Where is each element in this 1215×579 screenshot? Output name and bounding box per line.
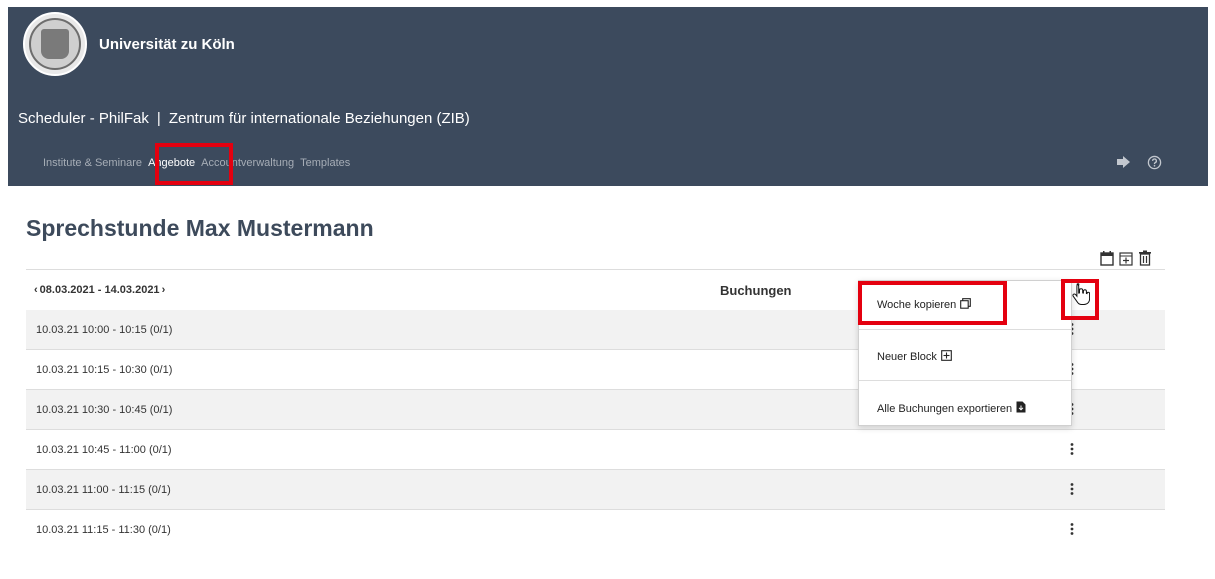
header-actions bbox=[1116, 154, 1162, 170]
hand-pointer-cursor-icon bbox=[1072, 283, 1091, 310]
app-subtitle: Scheduler - PhilFak | Zentrum für internat… bbox=[18, 110, 470, 127]
brand[interactable]: Universität zu Köln bbox=[23, 12, 235, 76]
prev-week-arrow[interactable]: ‹ bbox=[34, 284, 38, 296]
menu-divider bbox=[859, 329, 1071, 330]
logout-icon[interactable] bbox=[1116, 154, 1132, 170]
timeslot-label: 10.03.21 11:00 - 11:15 (0/1) bbox=[36, 483, 171, 496]
timeslot-label: 10.03.21 10:15 - 10:30 (0/1) bbox=[36, 363, 173, 376]
org-name: Zentrum für internationale Beziehungen (… bbox=[168, 110, 470, 127]
next-week-arrow[interactable]: › bbox=[162, 284, 166, 296]
nav-item-templates[interactable]: Templates bbox=[300, 157, 350, 169]
highlight-angebote bbox=[155, 143, 233, 185]
nav-item-institute[interactable]: Institute & Seminare bbox=[43, 157, 142, 169]
subtitle-separator: | bbox=[156, 110, 161, 127]
file-export-icon bbox=[1016, 401, 1026, 416]
week-range: 08.03.2021 - 14.03.2021 bbox=[39, 284, 160, 296]
timeslot-label: 10.03.21 10:30 - 10:45 (0/1) bbox=[36, 403, 173, 416]
plus-square-icon bbox=[941, 350, 952, 364]
calendar-icon[interactable] bbox=[1100, 250, 1114, 266]
row-kebab-icon[interactable] bbox=[1070, 523, 1074, 538]
menu-item-label: Neuer Block bbox=[877, 351, 937, 363]
table-row[interactable]: 10.03.21 10:45 - 11:00 (0/1) bbox=[26, 430, 1165, 470]
timeslot-label: 10.03.21 10:45 - 11:00 (0/1) bbox=[36, 443, 172, 456]
timeslot-label: 10.03.21 11:15 - 11:30 (0/1) bbox=[36, 524, 171, 536]
row-kebab-icon[interactable] bbox=[1070, 483, 1074, 498]
menu-divider bbox=[859, 380, 1071, 381]
menu-item-neuer-block[interactable]: Neuer Block bbox=[877, 350, 952, 364]
timeslot-label: 10.03.21 10:00 - 10:15 (0/1) bbox=[36, 323, 173, 336]
column-header-buchungen: Buchungen bbox=[720, 282, 792, 298]
highlight-woche-kopieren bbox=[858, 281, 1007, 325]
page-toolbar bbox=[1100, 250, 1152, 266]
calendar-add-icon[interactable] bbox=[1119, 250, 1133, 266]
page-title: Sprechstunde Max Mustermann bbox=[26, 215, 374, 241]
row-kebab-icon[interactable] bbox=[1070, 443, 1074, 458]
university-seal-logo bbox=[23, 12, 87, 76]
table-row[interactable]: 10.03.21 11:15 - 11:30 (0/1) bbox=[26, 510, 1165, 550]
app-name: Scheduler - PhilFak bbox=[18, 110, 149, 127]
table-row[interactable]: 10.03.21 11:00 - 11:15 (0/1) bbox=[26, 470, 1165, 510]
help-icon[interactable] bbox=[1146, 154, 1162, 170]
brand-name: Universität zu Köln bbox=[99, 35, 235, 53]
trash-icon[interactable] bbox=[1138, 250, 1152, 266]
menu-item-label: Alle Buchungen exportieren bbox=[877, 402, 1013, 415]
menu-item-alle-buchungen-exportieren[interactable]: Alle Buchungen exportieren bbox=[877, 401, 1026, 416]
week-navigation: ‹ 08.03.2021 - 14.03.2021 › bbox=[26, 284, 165, 296]
